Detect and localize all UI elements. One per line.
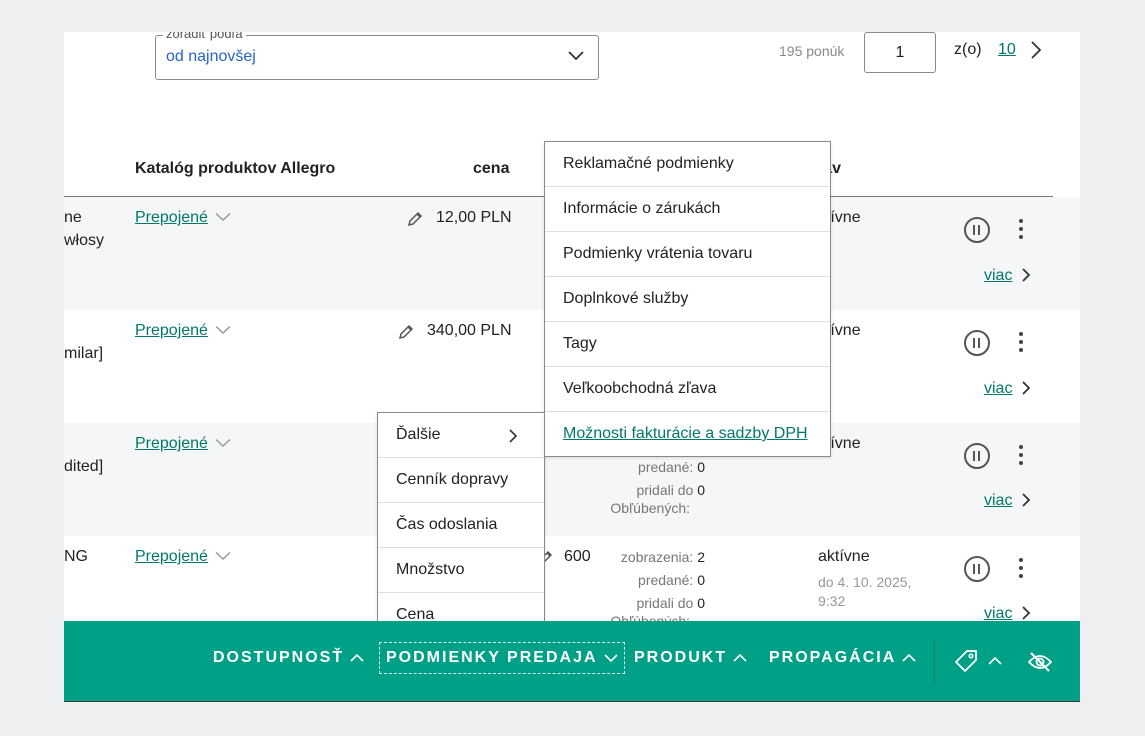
submenu-item-additional-services[interactable]: Doplnkové služby [545,277,830,322]
chevron-up-icon [988,656,1002,665]
more-vertical-icon[interactable] [1019,219,1023,239]
catalog-status[interactable]: Prepojené [135,319,231,342]
chevron-down-icon[interactable] [215,325,231,335]
column-header-catalog[interactable]: Katalóg produktov Allegro [135,160,335,178]
bar-sale-terms[interactable]: PODMIENKY PREDAJA [379,642,625,674]
menu-item-more[interactable]: Ďalšie [378,413,544,458]
chevron-right-icon[interactable] [1021,267,1031,283]
bar-promotion[interactable]: PROPAGÁCIA [769,649,916,667]
offer-title-line2[interactable]: milar] [64,342,103,365]
submenu-item-return-policy[interactable]: Podmienky vrátenia tovaru [545,232,830,277]
price-value: 340,00 PLN [427,322,512,339]
bottom-bar-edge [64,701,1080,702]
sort-label: zoradiť podľa [163,32,246,41]
favorites-stat-label: Obľúbených: [610,500,690,516]
price-value: 12,00 PLN [436,209,512,226]
more-submenu: Reklamačné podmienky Informácie o záruká… [544,141,831,457]
more-link[interactable]: viac [984,264,1012,287]
offer-title[interactable]: ne [64,206,82,229]
last-page-link[interactable]: 10 [998,41,1016,59]
chevron-right-icon[interactable] [1021,605,1031,621]
chevron-right-icon[interactable] [1021,380,1031,396]
pencil-icon[interactable] [397,323,415,341]
chevron-up-icon [902,653,916,662]
views-stat: zobrazenia: 2 [620,549,705,565]
submenu-item-warranty-info[interactable]: Informácie o zárukách [545,187,830,232]
tag-icon [955,650,977,672]
menu-item-quantity[interactable]: Množstvo [378,548,544,593]
catalog-link[interactable]: Prepojené [135,322,208,339]
chevron-up-icon [733,653,747,662]
catalog-link[interactable]: Prepojené [135,435,208,452]
pause-icon[interactable] [964,217,990,243]
more-vertical-icon[interactable] [1019,332,1023,352]
pause-icon[interactable] [964,330,990,356]
catalog-status[interactable]: Prepojené [135,432,231,455]
menu-item-dispatch-time[interactable]: Čas odoslania [378,503,544,548]
catalog-status[interactable]: Prepojené [135,206,231,229]
submenu-item-tags[interactable]: Tagy [545,322,830,367]
catalog-link[interactable]: Prepojené [135,209,208,226]
chevron-down-icon [568,51,584,61]
page-of-label: z(o) [954,41,982,58]
chevron-right-icon[interactable] [1021,492,1031,508]
offer-title[interactable]: NG [64,545,88,568]
sold-stat: predané: 0 [638,459,705,475]
sale-terms-menu: Ďalšie Cenník dopravy Čas odoslania Množ… [377,412,545,638]
submenu-item-wholesale-discount[interactable]: Veľkoobchodná zľava [545,367,830,412]
chevron-down-icon[interactable] [215,438,231,448]
menu-item-shipping-rates[interactable]: Cenník dopravy [378,458,544,503]
column-header-price[interactable]: cena [473,160,509,178]
more-vertical-icon[interactable] [1019,558,1023,578]
sort-value: od najnovšej [166,48,256,65]
chevron-down-icon[interactable] [215,212,231,222]
offers-page: zoradiť podľa od najnovšej 195 ponúk z(o… [64,32,1080,702]
more-link[interactable]: viac [984,489,1012,512]
more-link[interactable]: viac [984,377,1012,400]
status-value: aktívne [818,548,870,565]
chevron-down-icon [603,654,618,663]
eye-off-icon[interactable] [1027,652,1053,672]
chevron-right-icon[interactable] [1030,40,1042,60]
sort-select[interactable]: zoradiť podľa od najnovšej [155,32,599,80]
pause-icon[interactable] [964,556,990,582]
bar-product[interactable]: PRODUKT [634,649,747,667]
pencil-icon[interactable] [406,210,424,228]
submenu-item-invoicing-vat[interactable]: Možnosti fakturácie a sadzby DPH [545,412,830,456]
catalog-link[interactable]: Prepojené [135,548,208,565]
offer-title-line2[interactable]: włosy [64,229,104,252]
status-until: do 4. 10. 2025, [818,574,912,590]
chevron-right-icon [509,429,518,443]
offer-title-line2[interactable]: dited] [64,455,103,478]
bar-availability[interactable]: DOSTUPNOSŤ [213,649,364,667]
chevron-down-icon[interactable] [215,551,231,561]
pause-icon[interactable] [964,443,990,469]
chevron-up-icon [350,653,364,662]
bar-divider [934,639,935,685]
status-time: 9:32 [818,593,846,609]
catalog-status[interactable]: Prepojené [135,545,231,568]
offers-count: 195 ponúk [779,43,845,59]
page-number-input[interactable] [864,32,936,73]
submenu-item-complaint-terms[interactable]: Reklamačné podmienky [545,142,830,187]
sold-stat: predané: 0 [638,572,705,588]
bar-tags-button[interactable] [954,649,1002,673]
more-vertical-icon[interactable] [1019,445,1023,465]
bottom-action-bar: DOSTUPNOSŤ PODMIENKY PREDAJA PRODUKT PRO… [64,621,1080,702]
